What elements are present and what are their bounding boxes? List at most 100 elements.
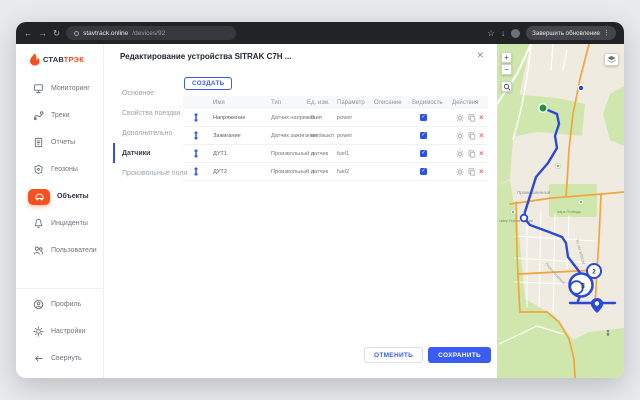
sensor-name: ДУТ1 xyxy=(209,151,267,157)
park-label: парк Победы xyxy=(557,209,581,214)
row-settings-icon xyxy=(456,150,464,158)
tab-label: Свойства поездки xyxy=(122,110,180,117)
sensor-param: power xyxy=(333,115,370,121)
site-info-icon[interactable] xyxy=(74,31,79,36)
finish-update-button[interactable]: Завершить обновление ⋮ xyxy=(526,26,616,40)
save-button[interactable]: СОХРАНИТЬ xyxy=(428,347,491,363)
tab-main[interactable]: Основное xyxy=(113,83,189,103)
cancel-button[interactable]: ОТМЕНИТЬ xyxy=(364,347,423,363)
row-copy-icon xyxy=(468,168,476,176)
sidebar-item-label: Свернуть xyxy=(51,355,82,362)
sensor-unit: л xyxy=(303,151,333,157)
map[interactable]: Промышленный парк Победы сквер Героев Ро… xyxy=(497,44,624,378)
drag-handle[interactable] xyxy=(183,167,209,176)
sensor-unit: вкл/выкл xyxy=(303,133,333,139)
tab-trip-properties[interactable]: Свойства поездки xyxy=(113,103,189,123)
column-header: Ед. изм. xyxy=(303,100,333,106)
sensor-name: Напряжение xyxy=(209,115,267,121)
actions-cell: × xyxy=(448,150,488,158)
create-button[interactable]: СОЗДАТЬ xyxy=(184,77,232,90)
map-layers-button[interactable] xyxy=(604,53,619,66)
copy-icon[interactable] xyxy=(468,114,476,122)
download-icon[interactable]: ↓ xyxy=(501,29,505,38)
browser-menu-icon[interactable]: ⋮ xyxy=(603,29,610,37)
visibility-checkbox[interactable]: ✓ xyxy=(420,132,427,139)
sidebar-item-geozones[interactable]: Геозоны xyxy=(16,156,103,183)
tab-custom-fields[interactable]: Произвольные поля xyxy=(113,163,189,183)
copy-icon[interactable] xyxy=(468,150,476,158)
row-settings-icon xyxy=(456,132,464,140)
flame-logo-icon xyxy=(28,53,41,66)
close-icon[interactable]: ✕ xyxy=(476,51,484,60)
sidebar-item-objects[interactable]: Объекты xyxy=(16,183,103,210)
column-header: Видимость xyxy=(408,100,448,106)
sidebar-item-profile[interactable]: Профиль xyxy=(16,291,103,318)
cluster-marker-big[interactable]: 3 xyxy=(570,274,593,297)
app-logo[interactable]: СТАВТРЭК xyxy=(16,44,103,72)
reload-icon[interactable]: ↻ xyxy=(53,29,60,38)
drag-handle[interactable] xyxy=(183,149,209,158)
copy-icon[interactable] xyxy=(468,168,476,176)
visibility-checkbox[interactable]: ✓ xyxy=(420,150,427,157)
browser-toolbar: ← → ↻ stavtrack.online/devices/92 ☆ ↓ За… xyxy=(16,22,624,44)
delete-icon[interactable]: × xyxy=(479,150,484,158)
stop-dot-marker[interactable] xyxy=(578,85,584,91)
route-icon xyxy=(32,110,44,122)
bell-icon xyxy=(32,218,44,230)
delete-icon[interactable]: × xyxy=(479,114,484,122)
browser-window: ← → ↻ stavtrack.online/devices/92 ☆ ↓ За… xyxy=(16,22,624,378)
visibility-cell: ✓ xyxy=(408,168,448,175)
sensor-type: Датчик зажигания xyxy=(267,133,303,139)
sensor-type: Произвольный датчик xyxy=(267,151,303,157)
visibility-checkbox[interactable]: ✓ xyxy=(420,168,427,175)
waypoint-marker[interactable] xyxy=(521,215,528,222)
geofence-icon xyxy=(32,164,44,176)
sensor-name: ДУТ2 xyxy=(209,169,267,175)
sidebar-item-users[interactable]: Пользователи xyxy=(16,237,103,264)
sidebar-item-settings[interactable]: Настройки xyxy=(16,318,103,345)
tab-sensors[interactable]: Датчики xyxy=(113,143,189,163)
profile-avatar[interactable] xyxy=(511,29,520,38)
collapse-arrow-icon xyxy=(32,353,44,365)
poi-icon xyxy=(607,330,609,336)
back-icon[interactable]: ← xyxy=(24,29,33,38)
finish-update-label: Завершить обновление xyxy=(532,30,600,37)
column-header: Тип xyxy=(267,100,303,106)
drag-handle[interactable] xyxy=(183,131,209,140)
delete-icon[interactable]: × xyxy=(479,132,484,140)
sidebar-item-incidents[interactable]: Инциденты xyxy=(16,210,103,237)
settings-icon[interactable] xyxy=(456,132,464,140)
map-canvas: Промышленный парк Победы сквер Героев Ро… xyxy=(497,44,624,378)
drag-handle-icon xyxy=(193,167,199,176)
actions-cell: × xyxy=(448,114,488,122)
report-icon xyxy=(32,137,44,149)
address-bar[interactable]: stavtrack.online/devices/92 xyxy=(66,26,236,40)
sidebar-item-tracks[interactable]: Треки xyxy=(16,102,103,129)
sidebar-item-monitoring[interactable]: Мониторинг xyxy=(16,75,103,102)
delete-icon[interactable]: × xyxy=(479,168,484,176)
sidebar-item-reports[interactable]: Отчеты xyxy=(16,129,103,156)
zoom-out-button[interactable]: − xyxy=(501,64,512,75)
route-start-marker[interactable] xyxy=(539,104,547,112)
url-path: /devices/92 xyxy=(132,30,165,37)
sidebar-item-collapse[interactable]: Свернуть xyxy=(16,345,103,372)
column-header: Действия xyxy=(448,100,488,106)
column-header: Параметр xyxy=(333,100,370,106)
gear-icon xyxy=(32,326,44,338)
sidebar-footer: Профиль Настройки Свернуть xyxy=(16,288,103,372)
zoom-in-button[interactable]: + xyxy=(501,52,512,63)
sidebar-item-label: Мониторинг xyxy=(51,85,90,92)
table-row: ДУТ1Произвольный датчиклfuel1✓× xyxy=(183,145,488,163)
tab-additional[interactable]: Дополнительно xyxy=(113,123,189,143)
settings-icon[interactable] xyxy=(456,168,464,176)
forward-icon[interactable]: → xyxy=(39,29,48,38)
sensor-param: fuel2 xyxy=(333,169,370,175)
visibility-checkbox[interactable]: ✓ xyxy=(420,114,427,121)
map-search-button[interactable] xyxy=(501,81,512,92)
copy-icon[interactable] xyxy=(468,132,476,140)
bookmark-star-icon[interactable]: ☆ xyxy=(487,29,495,38)
drag-handle[interactable] xyxy=(183,113,209,122)
settings-icon[interactable] xyxy=(456,150,464,158)
profile-icon xyxy=(32,299,44,311)
settings-icon[interactable] xyxy=(456,114,464,122)
